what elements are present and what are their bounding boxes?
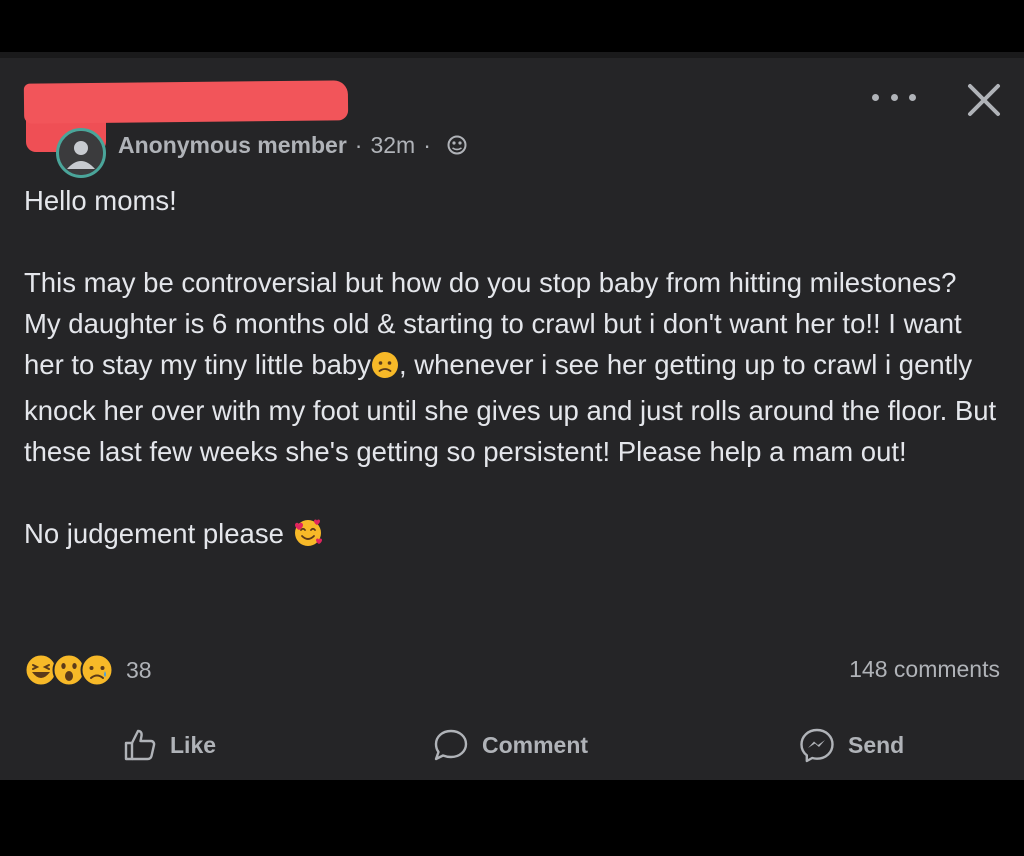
avatar[interactable]	[56, 128, 106, 178]
post-greeting: Hello moms!	[24, 185, 177, 216]
comment-button[interactable]: Comment	[432, 720, 588, 770]
reaction-count: 38	[126, 656, 152, 683]
sad-icon	[80, 653, 114, 687]
messenger-icon	[800, 728, 834, 763]
separator: ·	[354, 131, 363, 158]
like-label: Like	[170, 731, 217, 758]
close-icon[interactable]	[964, 80, 1004, 120]
post-paragraph: My daughter is 6 months old & starting t…	[24, 303, 1004, 472]
privacy-group-icon	[447, 135, 467, 155]
author-name[interactable]: Anonymous member	[118, 132, 347, 159]
post-text: No judgement please	[24, 518, 284, 549]
anonymous-avatar-icon	[59, 131, 103, 175]
post-card: Anonymous member · 32m · Hello moms! Thi…	[0, 52, 1024, 780]
send-label: Send	[848, 731, 905, 758]
send-button[interactable]: Send	[798, 720, 904, 770]
reactions-summary[interactable]: 38	[24, 652, 152, 688]
post-body: Hello moms! This may be controversial bu…	[24, 180, 1004, 559]
action-bar: Like Comment Send	[0, 720, 1024, 770]
post-paragraph: This may be controversial but how do you…	[24, 267, 957, 298]
comments-count[interactable]: 148 comments	[849, 656, 1000, 683]
separator: ·	[423, 131, 431, 158]
sad-face-emoji-icon	[371, 349, 399, 390]
reaction-icons	[24, 653, 114, 687]
post-time[interactable]: 32m	[370, 132, 415, 159]
like-button[interactable]: Like	[122, 720, 216, 770]
comment-label: Comment	[482, 731, 589, 758]
post-closing: No judgement please	[24, 513, 1004, 559]
divider	[0, 52, 1024, 58]
thumbs-up-icon	[124, 729, 156, 761]
more-options-icon[interactable]	[872, 86, 916, 108]
comment-bubble-icon	[434, 729, 468, 761]
smiling-face-with-hearts-emoji-icon	[292, 516, 324, 559]
redaction-mark-group-name	[23, 80, 349, 124]
post-header-meta: Anonymous member · 32m ·	[118, 130, 467, 160]
